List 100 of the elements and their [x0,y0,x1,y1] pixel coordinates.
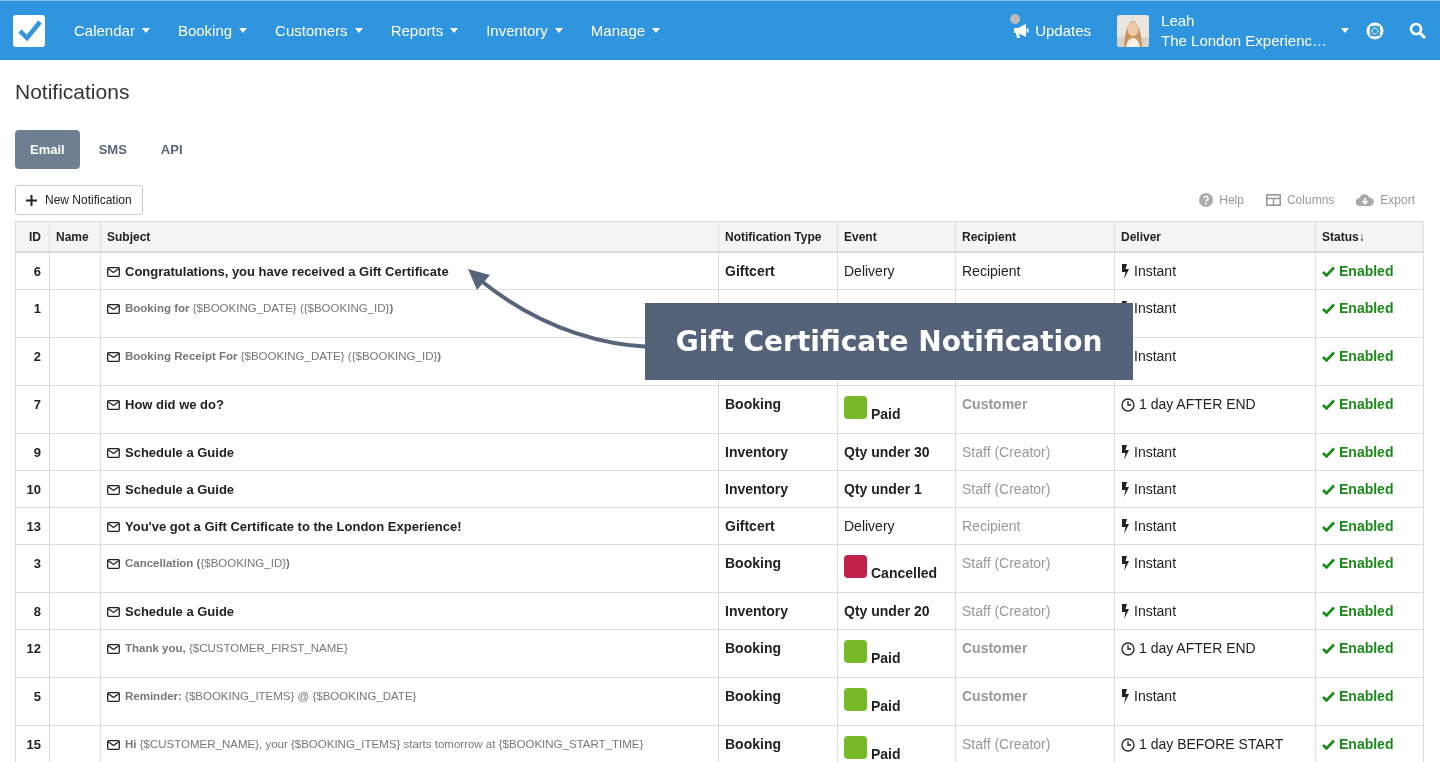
recipient-label: Staff (Creator) [962,481,1051,497]
nav-menu-item[interactable]: Inventory [472,22,577,39]
check-icon [1322,399,1335,410]
event-label: Delivery [844,518,895,534]
event-label: Paid [871,650,901,667]
tab[interactable]: SMS [83,130,142,169]
envelope-icon [107,606,120,617]
id-cell: 7 [15,385,50,434]
status-label: Enabled [1339,555,1394,572]
toolbar-link[interactable]: Help [1219,193,1244,207]
nav-menu-item[interactable]: Booking [163,22,262,39]
toolbar-link[interactable]: Export [1380,193,1415,207]
check-icon [1322,521,1335,532]
cloud-download-icon [1356,193,1375,207]
event-label: Paid [871,746,901,762]
envelope-icon [107,739,120,750]
deliver-label: Instant [1134,348,1177,365]
status-label: Enabled [1339,396,1394,413]
subject-cell: Schedule a Guide [100,470,719,508]
status-label: Enabled [1339,688,1394,705]
organization-name[interactable]: The London Experienc… [1161,30,1327,51]
envelope-icon [107,558,120,569]
id-cell: 15 [15,725,50,762]
id-cell: 3 [15,544,50,593]
type-cell: Booking [718,385,838,434]
column-header[interactable]: Recipient [955,221,1115,252]
id-cell: 2 [15,337,50,386]
subject-cell: You've got a Gift Certificate to the London Experience! [100,507,719,545]
column-header[interactable]: Status↓ [1315,221,1424,252]
clock-icon [1121,737,1135,752]
status-label: Enabled [1339,481,1394,498]
column-header[interactable]: Name [49,221,101,252]
id-cell: 5 [15,677,50,726]
toolbar-link[interactable]: Columns [1286,193,1335,207]
lightning-icon [1121,689,1130,704]
envelope-icon [107,266,120,277]
recipient-label: Staff (Creator) [962,603,1051,619]
type-cell: Inventory [718,470,838,508]
column-header[interactable]: Event [837,221,956,252]
envelope-icon [107,303,120,314]
updates-link[interactable]: Updates [1035,22,1092,39]
type-cell: Inventory [718,592,838,630]
id-cell: 9 [15,433,50,471]
column-header[interactable]: Subject [100,221,719,252]
lightning-icon [1121,482,1130,497]
column-header[interactable]: Deliver [1114,221,1316,252]
lifebuoy-icon[interactable] [1366,21,1384,40]
event-label: Paid [871,698,901,715]
type-cell: Giftcert [718,252,838,290]
event-label: Delivery [844,263,895,279]
subject-cell: Reminder: {$BOOKING_ITEMS} @ {$BOOKING_DATE} [100,677,719,726]
help-icon [1199,193,1214,207]
deliver-label: Instant [1134,603,1177,620]
lightning-icon [1121,556,1130,571]
caret-icon [1341,28,1349,33]
envelope-icon [107,484,120,495]
tab[interactable]: Email [15,130,80,169]
logo-icon[interactable] [13,14,45,47]
nav-menu-item[interactable]: Reports [376,22,473,39]
check-icon [1322,266,1335,277]
page-title: Notifications [15,79,131,105]
search-icon[interactable] [1409,22,1426,39]
subject-cell: Schedule a Guide [100,592,719,630]
tab[interactable]: API [145,130,198,169]
nav-menu-item[interactable]: Calendar [60,22,164,39]
status-label: Enabled [1339,263,1394,280]
deliver-label: Instant [1134,481,1177,498]
check-icon [1322,558,1335,569]
column-header[interactable]: Notification Type [718,221,838,252]
new-notification-button[interactable]: New Notification [15,185,143,215]
deliver-label: 1 day AFTER END [1139,640,1256,657]
nav-menu-item[interactable]: Manage [576,22,675,39]
recipient-label: Recipient [962,263,1021,279]
recipient-label: Staff (Creator) [962,444,1051,460]
nav-menu-item[interactable]: Customers [261,22,377,39]
user-name[interactable]: Leah [1161,10,1327,31]
check-icon [1322,739,1335,750]
envelope-icon [107,643,120,654]
lightning-icon [1121,264,1130,279]
type-cell: Inventory [718,433,838,471]
envelope-icon [107,691,120,702]
type-cell: Booking [718,544,838,593]
recipient-label: Recipient [962,518,1021,534]
id-cell: 8 [15,592,50,630]
event-label: Cancelled [871,565,938,582]
check-icon [1322,447,1335,458]
recipient-label: Customer [962,688,1028,704]
deliver-label: Instant [1134,518,1177,535]
lightning-icon [1121,445,1130,460]
caret-icon [554,28,563,33]
deliver-label: 1 day BEFORE START [1139,736,1284,753]
recipient-label: Staff (Creator) [962,555,1051,571]
check-icon [1322,643,1335,654]
column-header[interactable]: ID [15,221,50,252]
recipient-label: Customer [962,640,1028,656]
notification-dot [1010,14,1021,24]
check-icon [1322,351,1335,362]
deliver-label: Instant [1134,688,1177,705]
caret-icon [354,28,363,33]
deliver-label: Instant [1134,444,1177,461]
